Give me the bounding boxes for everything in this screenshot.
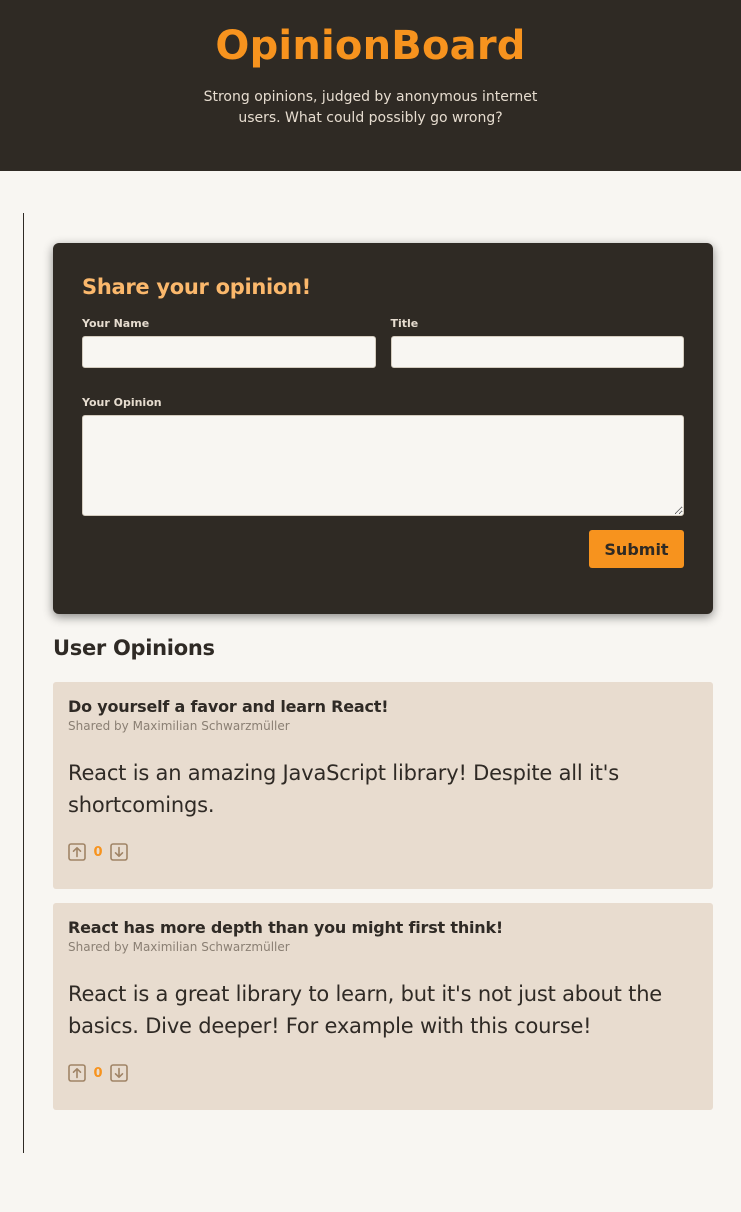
arrow-down-square-icon [110,1064,128,1082]
app-subtitle: Strong opinions, judged by anonymous int… [203,89,538,126]
title-input[interactable] [390,336,684,368]
title-field-group: Title [390,317,684,368]
form-row: Your Name Title [82,317,684,368]
downvote-button[interactable] [110,1064,128,1082]
opinion-title: React has more depth than you might firs… [68,918,504,937]
upvote-button[interactable] [68,1064,86,1082]
arrow-up-square-icon [68,1064,86,1082]
page-header: OpinionBoard Strong opinions, judged by … [0,0,741,171]
app-title: OpinionBoard [215,23,526,69]
opinion-author: Shared by Maximilian Schwarzmüller [68,940,290,954]
form-actions: Submit [82,530,684,568]
name-field-group: Your Name [82,317,376,368]
opinion-label: Your Opinion [82,396,162,409]
opinion-body: React is a great library to learn, but i… [68,982,663,1038]
opinion-title: Do yourself a favor and learn React! [68,697,389,716]
left-divider [23,213,24,1153]
upvote-button[interactable] [68,843,86,861]
vote-controls: 0 [68,843,698,861]
name-label: Your Name [82,317,150,330]
opinion-body: React is an amazing JavaScript library! … [68,761,619,817]
new-opinion-form: Share your opinion! Your Name Title Your… [53,243,713,614]
vote-count: 0 [93,1065,103,1081]
arrow-up-square-icon [68,843,86,861]
opinion-textarea[interactable] [82,415,684,516]
opinion-card: React has more depth than you might firs… [53,903,713,1110]
downvote-button[interactable] [110,843,128,861]
submit-button[interactable]: Submit [589,530,684,568]
arrow-down-square-icon [110,843,128,861]
title-label: Title [390,317,419,330]
vote-controls: 0 [68,1064,698,1082]
opinion-field-group: Your Opinion [82,396,684,516]
opinions-section-title: User Opinions [53,636,215,660]
form-heading: Share your opinion! [82,275,311,299]
name-input[interactable] [82,336,376,368]
main-content: Share your opinion! Your Name Title Your… [53,243,713,1110]
vote-count: 0 [93,844,103,860]
opinion-card: Do yourself a favor and learn React! Sha… [53,682,713,889]
opinion-author: Shared by Maximilian Schwarzmüller [68,719,290,733]
